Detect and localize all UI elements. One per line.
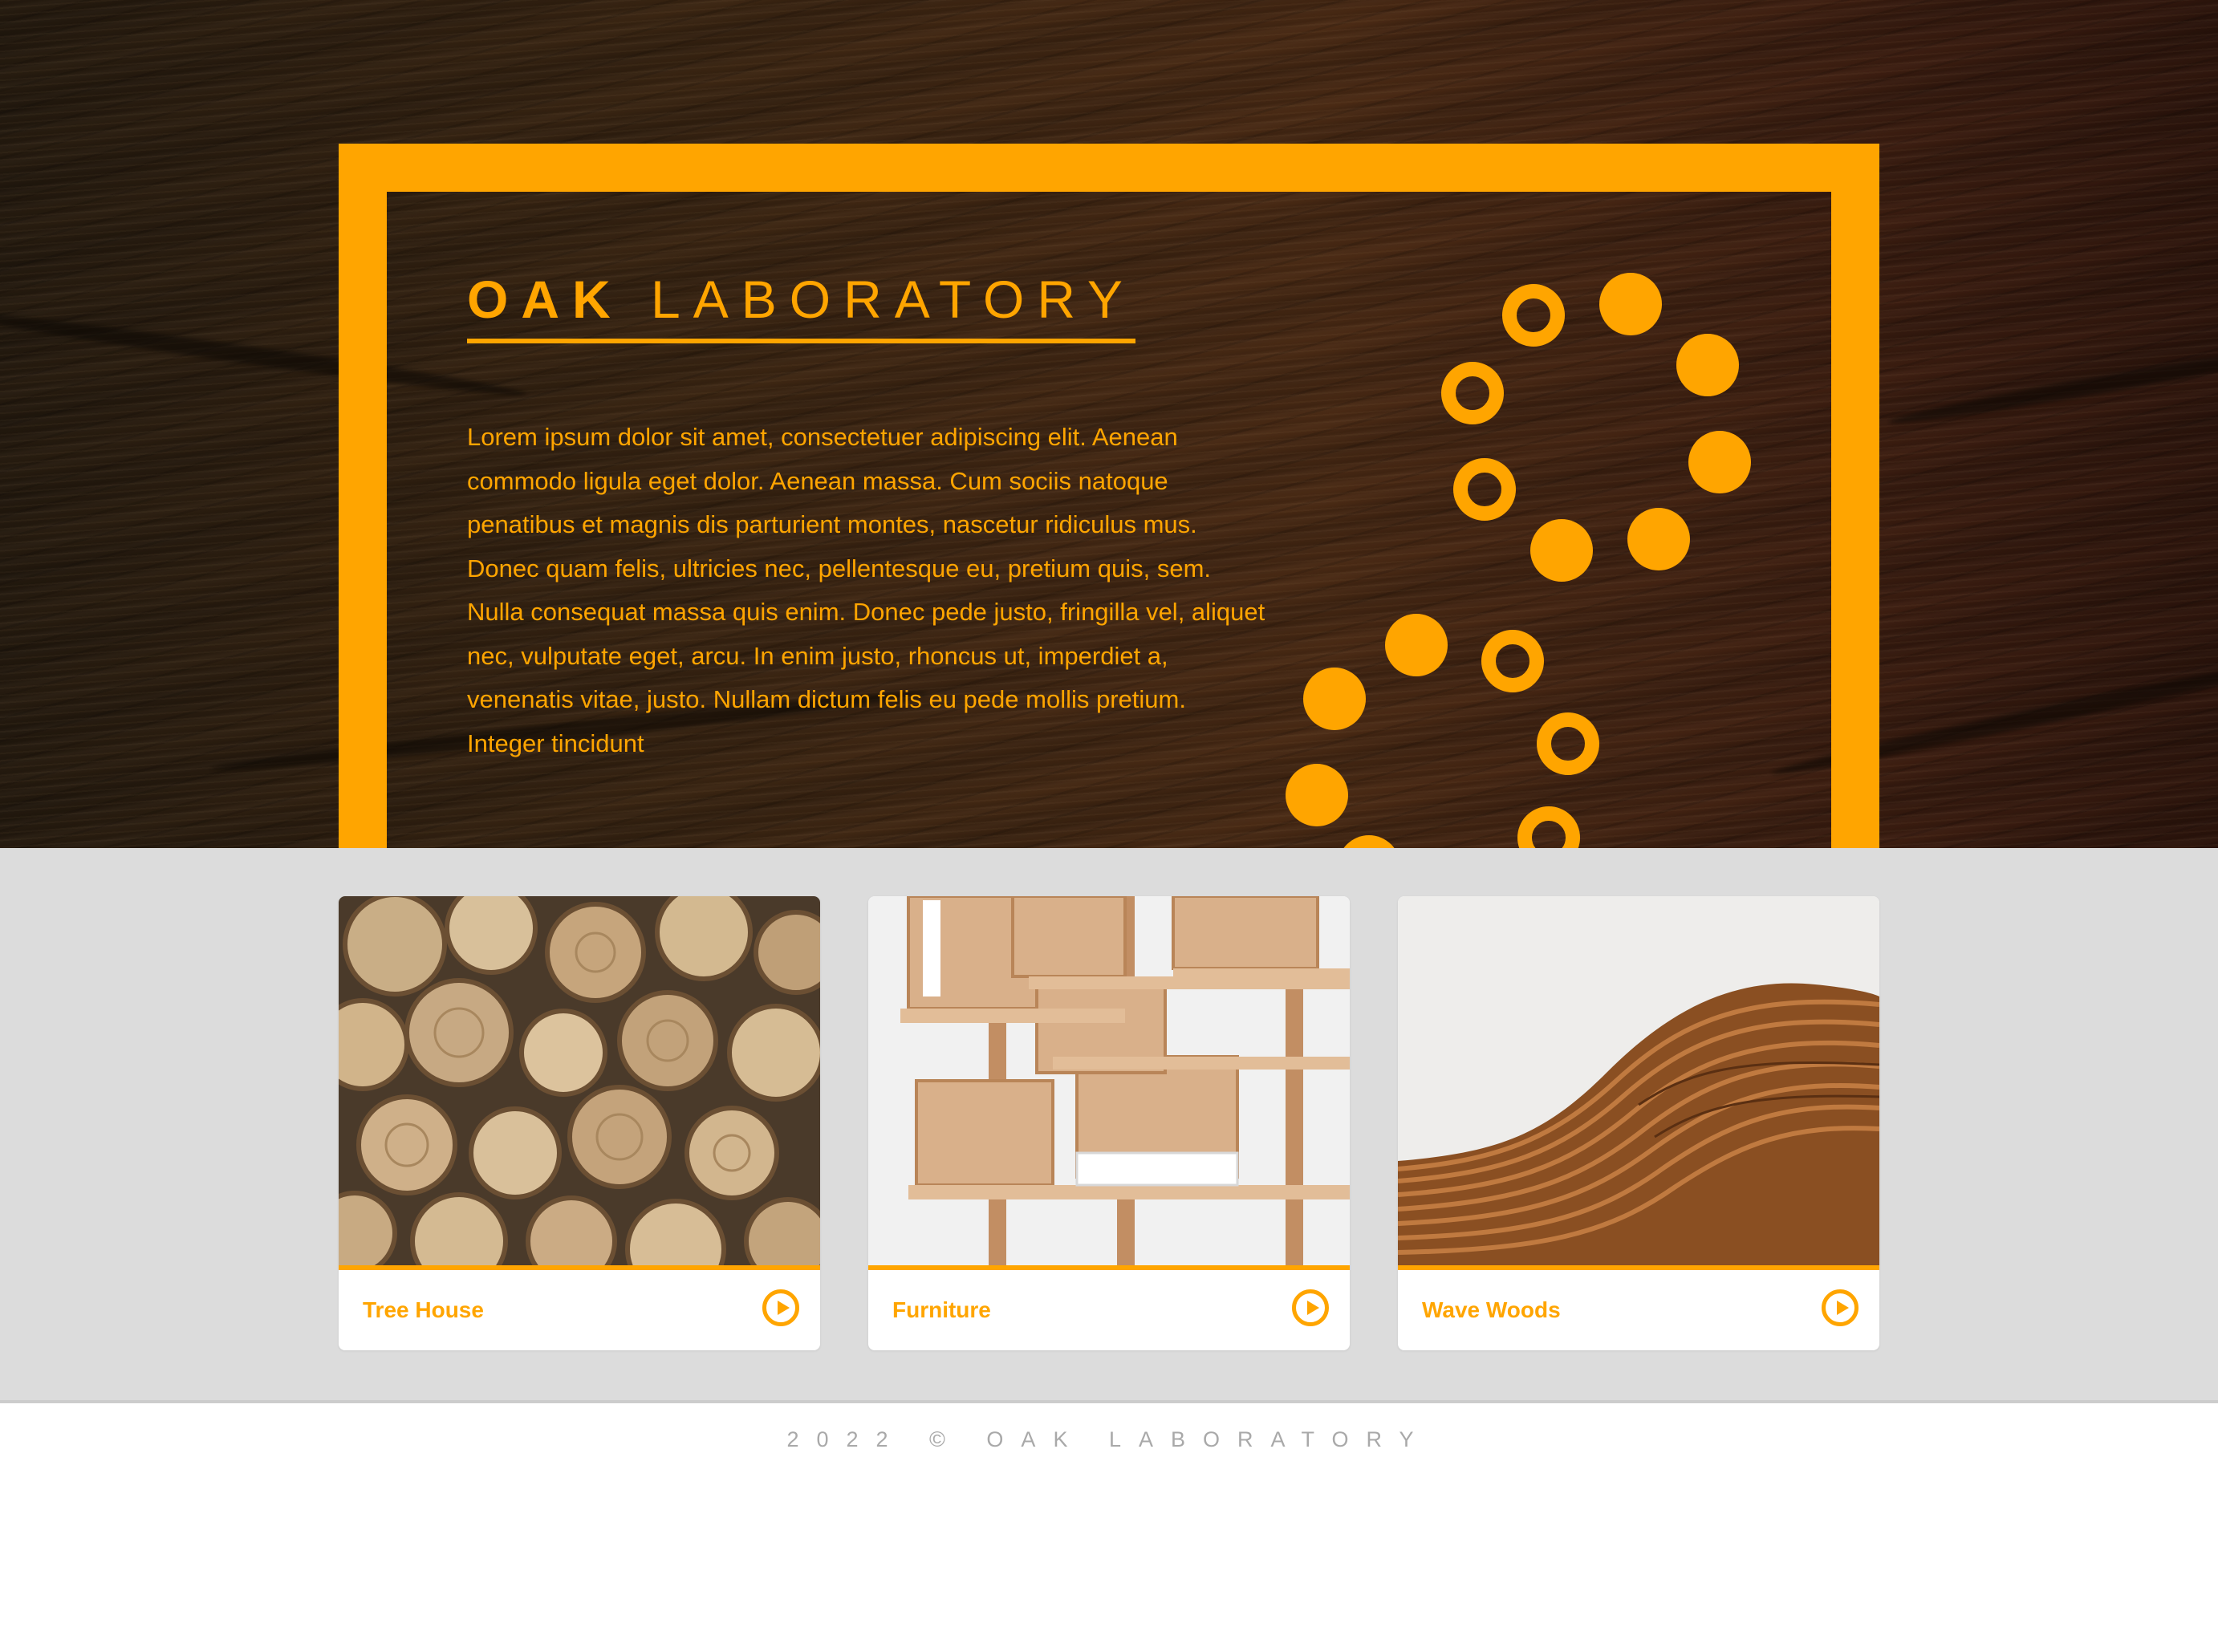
- decor-ring: [1453, 458, 1516, 521]
- decor-ring: [1502, 284, 1565, 347]
- decor-dot: [1385, 614, 1448, 676]
- decor-dot: [1530, 519, 1593, 582]
- decor-ring: [1537, 712, 1599, 775]
- spiral-dots-decoration: [1286, 273, 1751, 848]
- decor-dot: [1303, 668, 1366, 730]
- card-accent-bar: [339, 1265, 820, 1270]
- project-card-furniture[interactable]: Furniture: [868, 896, 1350, 1350]
- decor-dot: [1688, 431, 1751, 493]
- card-title[interactable]: Wave Woods: [1422, 1297, 1561, 1323]
- decor-ring: [1481, 630, 1544, 692]
- play-circle-icon[interactable]: [1822, 1289, 1858, 1326]
- play-circle-icon[interactable]: [1292, 1289, 1329, 1326]
- play-circle-icon[interactable]: [762, 1289, 799, 1326]
- card-image-wave-sculpture: [1398, 896, 1879, 1265]
- decor-dot: [1599, 273, 1662, 335]
- decor-ring: [1441, 362, 1504, 424]
- decor-dot: [1627, 508, 1690, 570]
- decor-ring: [1517, 806, 1580, 848]
- footer-copyright: 2022 © OAK LABORATORY: [786, 1427, 1432, 1451]
- card-title[interactable]: Furniture: [892, 1297, 991, 1323]
- hero-section: OAK LABORATORY Lorem ipsum dolor sit ame…: [0, 0, 2218, 848]
- card-accent-bar: [868, 1265, 1350, 1270]
- card-image-logs: [339, 896, 820, 1265]
- decor-dot: [1676, 334, 1739, 396]
- projects-section: Tree House Furniture Wave Woods: [0, 848, 2218, 1403]
- decor-dot: [1286, 764, 1348, 826]
- card-accent-bar: [1398, 1265, 1879, 1270]
- decor-dot: [1343, 835, 1395, 848]
- card-title[interactable]: Tree House: [363, 1297, 484, 1323]
- project-card-wave-woods[interactable]: Wave Woods: [1398, 896, 1879, 1350]
- card-image-shelves: [868, 896, 1350, 1265]
- project-card-tree-house[interactable]: Tree House: [339, 896, 820, 1350]
